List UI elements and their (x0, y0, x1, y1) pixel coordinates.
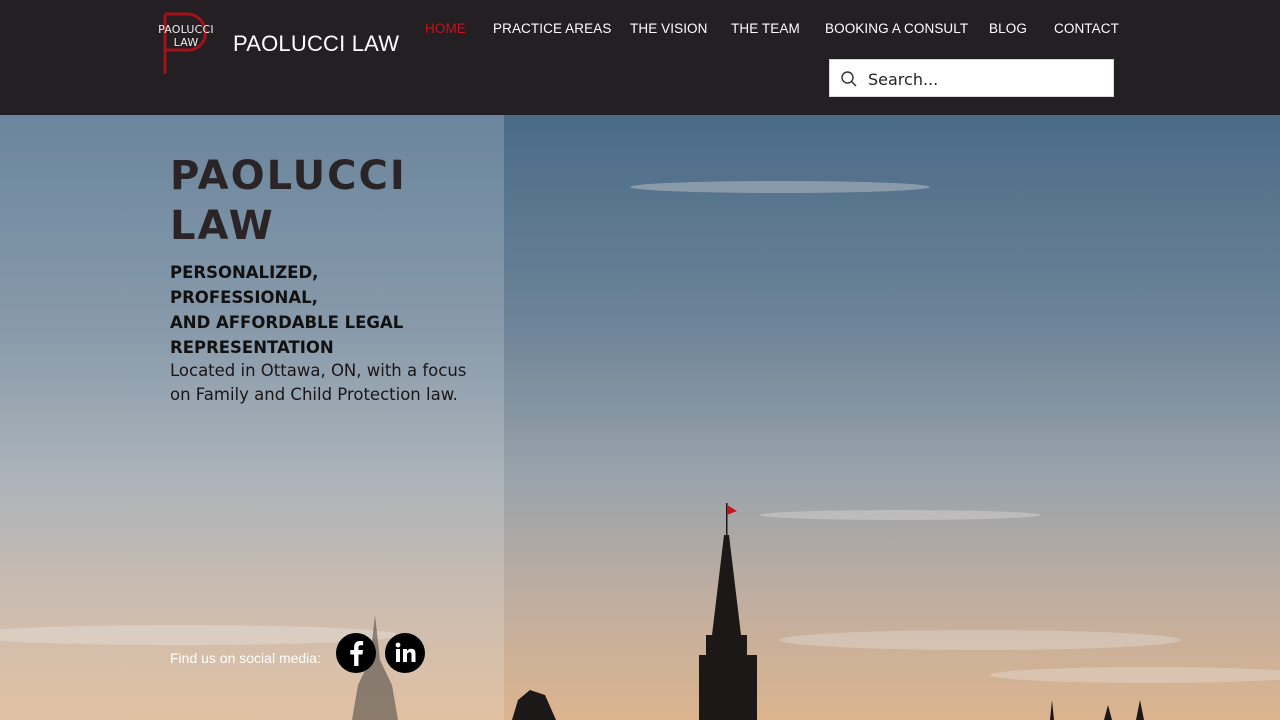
nav-blog[interactable]: BLOG (989, 21, 1027, 36)
hero-section: PAOLUCCI LAW PERSONALIZED, PROFESSIONAL,… (0, 115, 1280, 720)
site-header: PAOLUCCI LAW PAOLUCCI LAW HOME PRACTICE … (0, 0, 1280, 115)
search-box[interactable] (829, 59, 1114, 97)
logo-text-line2: LAW (173, 36, 199, 49)
tagline-line: AND AFFORDABLE LEGAL (170, 313, 404, 332)
nav-the-team[interactable]: THE TEAM (731, 21, 800, 36)
nav-contact[interactable]: CONTACT (1054, 21, 1119, 36)
search-input[interactable] (868, 66, 1103, 92)
brand-title[interactable]: PAOLUCCI LAW (233, 31, 399, 57)
linkedin-button[interactable] (385, 633, 425, 673)
nav-home[interactable]: HOME (425, 21, 466, 36)
hero-tagline: PERSONALIZED, PROFESSIONAL, AND AFFORDAB… (170, 260, 470, 360)
description-line: Located in Ottawa, ON, with a focus (170, 361, 467, 380)
facebook-button[interactable] (336, 633, 376, 673)
facebook-icon (350, 641, 364, 666)
description-line: on Family and Child Protection law. (170, 385, 458, 404)
logo-text-line1: PAOLUCCI (158, 23, 214, 36)
nav-practice-areas[interactable]: PRACTICE AREAS (493, 21, 611, 36)
hero-description: Located in Ottawa, ON, with a focus on F… (170, 359, 480, 407)
search-icon (841, 71, 857, 87)
tagline-line: REPRESENTATION (170, 338, 334, 357)
nav-booking-a-consult[interactable]: BOOKING A CONSULT (825, 21, 968, 36)
site-logo[interactable]: PAOLUCCI LAW (157, 8, 223, 76)
tagline-line: PERSONALIZED, PROFESSIONAL, (170, 263, 319, 307)
nav-the-vision[interactable]: THE VISION (630, 21, 708, 36)
hero-title-line: PAOLUCCI (170, 153, 407, 199)
hero-title: PAOLUCCI LAW (170, 151, 470, 251)
social-label: Find us on social media: (170, 650, 321, 666)
hero-title-line: LAW (170, 203, 275, 249)
linkedin-icon (395, 642, 416, 662)
